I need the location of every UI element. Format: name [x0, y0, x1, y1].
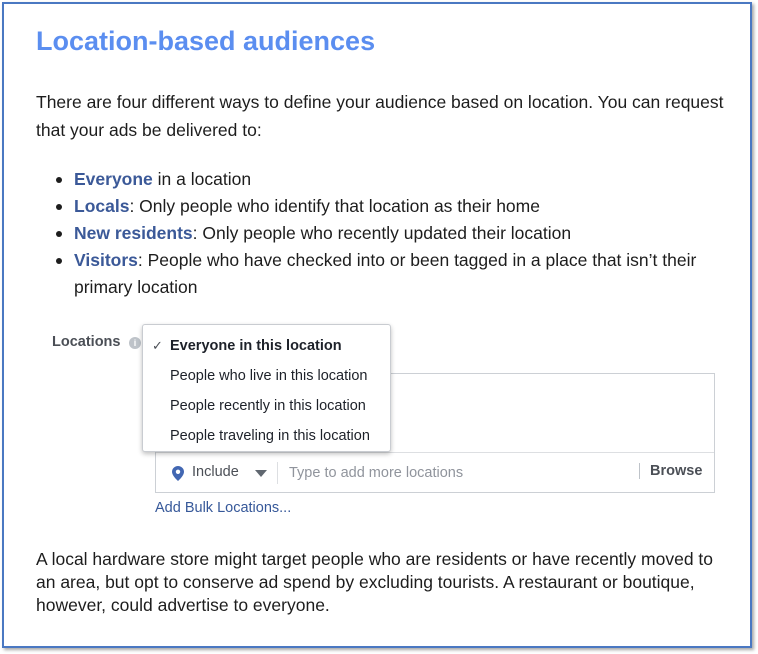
browse-button[interactable]: Browse: [650, 463, 702, 479]
list-item-term[interactable]: Visitors: [74, 250, 138, 270]
outro-paragraph: A local hardware store might target peop…: [36, 549, 714, 615]
audience-type-list: Everyone in a location Locals: Only peop…: [36, 166, 736, 301]
divider: [639, 463, 640, 479]
list-item: New residents: Only people who recently …: [36, 220, 736, 247]
chevron-down-icon[interactable]: [255, 470, 267, 477]
locations-label: Locations: [52, 334, 121, 350]
dropdown-option-label: People recently in this location: [170, 398, 366, 414]
location-type-dropdown: ✓ Everyone in this location People who l…: [142, 324, 391, 452]
checkmark-icon: ✓: [152, 338, 163, 353]
add-bulk-locations-link[interactable]: Add Bulk Locations...: [155, 500, 291, 516]
list-item-term[interactable]: Everyone: [74, 169, 153, 189]
content-frame: Location-based audiences There are four …: [2, 2, 752, 648]
dropdown-option-traveling[interactable]: People traveling in this location: [143, 421, 390, 451]
divider: [277, 462, 278, 484]
location-search-input[interactable]: [289, 461, 629, 485]
list-item: Locals: Only people who identify that lo…: [36, 193, 736, 220]
list-item-term[interactable]: Locals: [74, 196, 129, 216]
dropdown-option-everyone[interactable]: ✓ Everyone in this location: [143, 331, 390, 361]
dropdown-option-live[interactable]: People who live in this location: [143, 361, 390, 391]
dropdown-option-label: People who live in this location: [170, 368, 368, 384]
intro-paragraph: There are four different ways to define …: [36, 92, 724, 140]
list-item: Everyone in a location: [36, 166, 736, 193]
list-item: Visitors: People who have checked into o…: [36, 247, 736, 301]
dropdown-option-label: Everyone in this location: [170, 338, 342, 354]
info-icon[interactable]: i: [129, 337, 141, 349]
list-item-term[interactable]: New residents: [74, 223, 193, 243]
location-input-row: Include Browse: [156, 452, 714, 493]
list-item-text: in a location: [152, 169, 252, 189]
list-item-text: : Only people who recently updated their…: [192, 223, 572, 243]
list-item-text: : Only people who identify that location…: [129, 196, 540, 216]
page-title: Location-based audiences: [36, 26, 376, 56]
list-item-text: : People who have checked into or been t…: [74, 250, 697, 297]
dropdown-option-label: People traveling in this location: [170, 428, 370, 444]
include-dropdown[interactable]: Include: [192, 464, 239, 480]
dropdown-option-recent[interactable]: People recently in this location: [143, 391, 390, 421]
location-pin-icon: [172, 466, 184, 481]
